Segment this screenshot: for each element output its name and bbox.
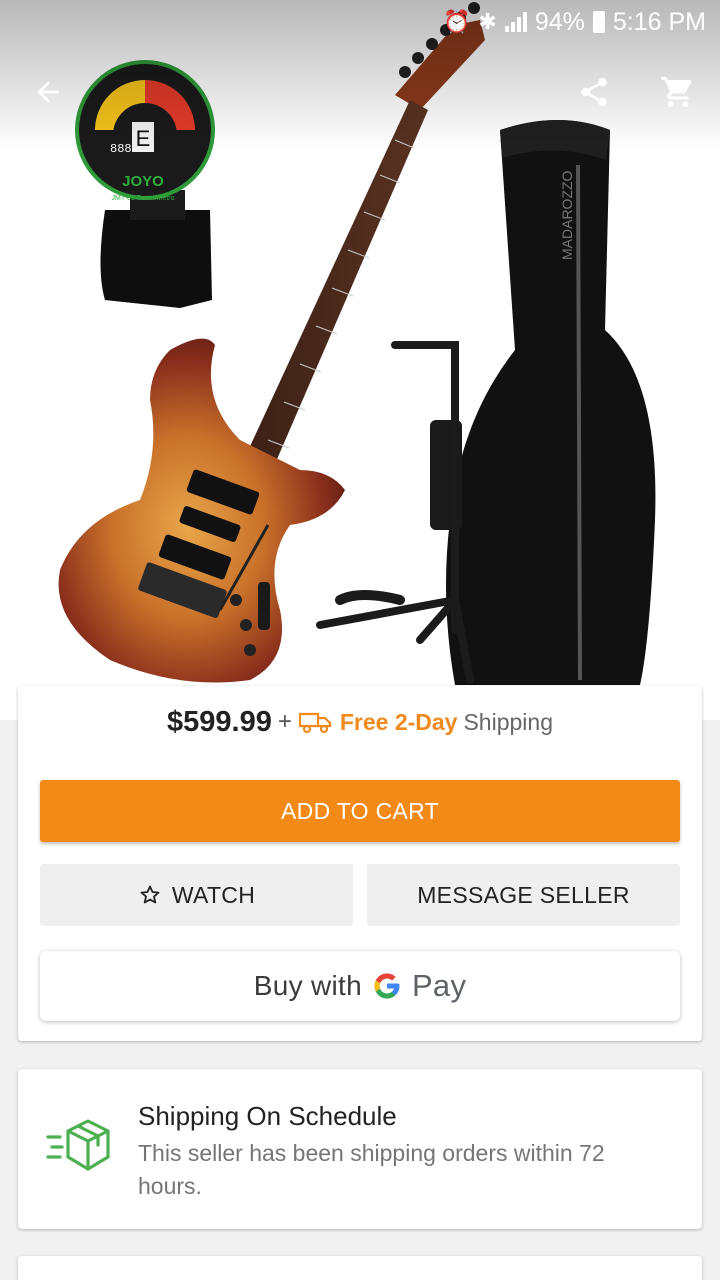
gig-bag-illustration: MADAROZZO: [430, 120, 656, 685]
add-to-cart-button[interactable]: ADD TO CART: [40, 780, 680, 842]
pay-label: Pay: [411, 968, 467, 1003]
buy-with-label: Buy with: [253, 970, 362, 1001]
alarm-icon: ⏰: [443, 9, 471, 34]
battery-percent: 94%: [534, 7, 585, 36]
message-seller-label: MESSAGE SELLER: [417, 881, 630, 908]
shipping-info-description: This seller has been shipping orders wit…: [138, 1140, 605, 1199]
price-plus: +: [277, 708, 292, 735]
shipping-info-title: Shipping On Schedule: [138, 1101, 397, 1131]
price: $599.99: [167, 705, 272, 738]
battery-charging-icon: [592, 11, 605, 33]
clock: 5:16 PM: [612, 7, 706, 36]
vibrate-icon: ✱: [478, 9, 497, 34]
watch-button[interactable]: WATCH: [40, 864, 353, 926]
next-section-card: [18, 1256, 702, 1280]
signal-icon: [504, 12, 527, 32]
svg-text:MADAROZZO: MADAROZZO: [559, 170, 575, 260]
watch-label: WATCH: [171, 881, 256, 908]
svg-text:JMT-01 Tuner/Metro: JMT-01 Tuner/Metro: [111, 195, 174, 202]
share-button[interactable]: [572, 70, 616, 114]
free-shipping-label: Free 2-Day: [339, 708, 458, 735]
shopping-cart-icon: [661, 77, 692, 107]
fast-shipping-box-icon: [46, 1119, 110, 1171]
add-to-cart-label: ADD TO CART: [281, 797, 439, 824]
shipping-info-card: Shipping On Schedule This seller has bee…: [18, 1069, 702, 1229]
cart-button[interactable]: [656, 70, 700, 114]
back-button[interactable]: [26, 70, 70, 114]
message-seller-button[interactable]: MESSAGE SELLER: [367, 864, 680, 926]
arrow-left-icon: [37, 81, 59, 103]
star-outline-icon: [140, 885, 160, 904]
google-pay-button[interactable]: Buy with Pay: [40, 951, 680, 1021]
svg-text:JOYO: JOYO: [122, 173, 164, 190]
shipping-word: Shipping: [463, 708, 553, 735]
price-row: $599.99 + Free 2-Day Shipping: [18, 700, 702, 744]
purchase-card: $599.99 + Free 2-Day Shipping ADD TO CAR…: [18, 686, 702, 1041]
shipping-truck-icon: [298, 712, 331, 734]
share-icon: [581, 77, 607, 107]
google-g-icon: [374, 973, 400, 999]
status-bar: ⏰ ✱ 94% 5:16 PM: [0, 0, 720, 44]
